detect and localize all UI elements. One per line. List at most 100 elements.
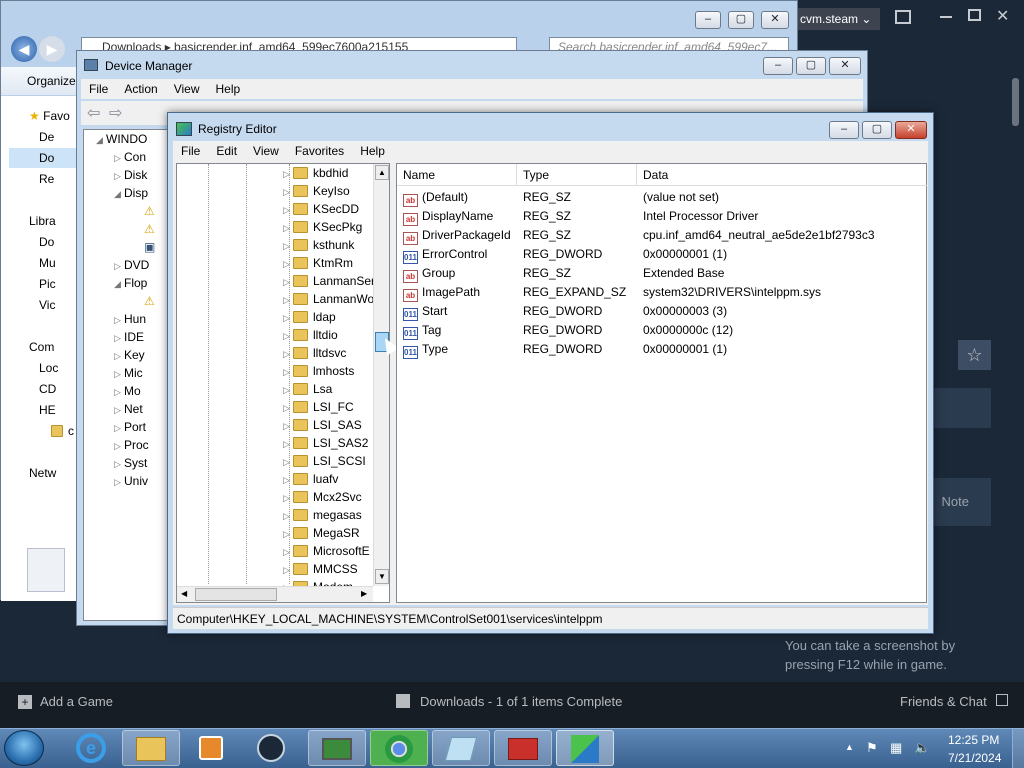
tree-key[interactable]: ▷ LSI_SAS <box>283 416 375 434</box>
tree-vertical-scrollbar[interactable]: ▲ ▼ <box>373 164 389 586</box>
devmgr-item[interactable]: ▷ Proc <box>84 436 176 454</box>
close-icon[interactable]: ✕ <box>996 6 1009 26</box>
regedit-menu-view[interactable]: View <box>245 144 287 158</box>
explorer-taskbar-icon[interactable] <box>122 730 180 766</box>
taskbar-date[interactable]: 7/21/2024 <box>948 751 1001 765</box>
devmgr-menu-view[interactable]: View <box>166 82 208 96</box>
organize-button[interactable]: Organize <box>27 74 76 88</box>
volume-icon[interactable]: 🔈 <box>914 740 930 756</box>
tree-horizontal-scrollbar[interactable]: ◀ ▶ <box>177 586 373 602</box>
registry-value-row[interactable]: ab Group REG_SZ Extended Base <box>397 264 927 283</box>
nav-network[interactable]: Netw <box>29 466 56 480</box>
steam-scrollbar[interactable] <box>1012 78 1019 126</box>
registry-value-row[interactable]: 011 Tag REG_DWORD 0x0000000c (12) <box>397 321 927 340</box>
back-arrow-icon[interactable]: ⇦ <box>87 103 100 123</box>
devmgr-warning-item[interactable]: ⚠ <box>84 202 176 220</box>
nav-cd-drive[interactable]: CD <box>39 382 56 396</box>
ie-icon[interactable]: e <box>62 730 120 766</box>
tree-key[interactable]: ▷ luafv <box>283 470 375 488</box>
scroll-right-icon[interactable]: ▶ <box>361 589 367 598</box>
tree-key[interactable]: ▷ Mcx2Svc <box>283 488 375 506</box>
regedit-close[interactable]: ✕ <box>895 121 927 139</box>
registry-value-row[interactable]: ab ImagePath REG_EXPAND_SZ system32\DRIVERS… <box>397 283 927 302</box>
tree-key[interactable]: ▷ lmhosts <box>283 362 375 380</box>
tree-key[interactable]: ▷ LanmanSer <box>283 272 375 290</box>
regedit-menu-favorites[interactable]: Favorites <box>287 144 352 158</box>
registry-value-row[interactable]: ab DriverPackageId REG_SZ cpu.inf_amd64_neu… <box>397 226 927 245</box>
tree-key[interactable]: ▷ KeyIso <box>283 182 375 200</box>
devmgr-menu-help[interactable]: Help <box>208 82 249 96</box>
tree-key[interactable]: ▷ lltdsvc <box>283 344 375 362</box>
downloads-status[interactable]: Downloads - 1 of 1 items Complete <box>396 694 622 709</box>
devmgr-item[interactable]: ▷ Mo <box>84 382 176 400</box>
devmgr-maximize[interactable]: ▢ <box>796 57 826 75</box>
tree-key[interactable]: ▷ LSI_SCSI <box>283 452 375 470</box>
chrome-taskbar-icon[interactable] <box>370 730 428 766</box>
toolbox-taskbar-icon[interactable] <box>494 730 552 766</box>
devmgr-item[interactable]: ▷ Port <box>84 418 176 436</box>
tree-key[interactable]: ▷ kbdhid <box>283 164 375 182</box>
devmgr-warning-item[interactable]: ⚠ <box>84 220 176 238</box>
registry-value-row[interactable]: 011 Start REG_DWORD 0x00000003 (3) <box>397 302 927 321</box>
nav-favorites[interactable]: ★ Favo <box>29 109 70 123</box>
column-data-header[interactable]: Data <box>637 164 927 186</box>
devmgr-item[interactable]: ◢ Flop <box>84 274 176 292</box>
scroll-left-icon[interactable]: ◀ <box>181 589 187 598</box>
nav-downloads[interactable]: Do <box>9 148 79 168</box>
regedit-menu-edit[interactable]: Edit <box>208 144 245 158</box>
network-icon[interactable]: ▦ <box>890 740 902 756</box>
tree-key[interactable]: ▷ ksthunk <box>283 236 375 254</box>
notepad-taskbar-icon[interactable] <box>432 730 490 766</box>
explorer-maximize[interactable]: ▢ <box>728 11 754 29</box>
tree-key[interactable]: ▷ KtmRm <box>283 254 375 272</box>
tree-key[interactable]: ▷ LSI_FC <box>283 398 375 416</box>
devmgr-item[interactable]: ▷ Key <box>84 346 176 364</box>
tree-key[interactable]: ▷ MMCSS <box>283 560 375 578</box>
nav-computer[interactable]: Com <box>29 340 54 354</box>
maximize-icon[interactable] <box>968 9 981 21</box>
nav-videos[interactable]: Vic <box>39 298 55 312</box>
devmgr-item[interactable]: ▷ Univ <box>84 472 176 490</box>
devmgr-close[interactable]: ✕ <box>829 57 861 75</box>
tree-key[interactable]: ▷ MegaSR <box>283 524 375 542</box>
tree-key[interactable]: ▷ KSecDD <box>283 200 375 218</box>
h-scroll-thumb[interactable] <box>195 588 277 601</box>
devmgr-root[interactable]: ◢ WINDO <box>84 130 176 148</box>
regedit-taskbar-icon[interactable] <box>556 730 614 766</box>
tree-key[interactable]: ▷ LSI_SAS2 <box>283 434 375 452</box>
steam-account-menu[interactable]: cvm.steam ⌄ <box>796 8 880 30</box>
devmgr-item[interactable]: ▷ Disk <box>84 166 176 184</box>
devmgr-menu-action[interactable]: Action <box>116 82 165 96</box>
explorer-minimize[interactable]: – <box>695 11 721 29</box>
show-hidden-icons[interactable]: ▲ <box>845 742 854 752</box>
note-button[interactable]: Note <box>925 478 991 526</box>
forward-arrow-icon[interactable]: ⇨ <box>109 103 122 123</box>
taskbar-time[interactable]: 12:25 PM <box>948 733 999 747</box>
regedit-menu-help[interactable]: Help <box>352 144 393 158</box>
tree-key[interactable]: ▷ lltdio <box>283 326 375 344</box>
monitor-icon[interactable] <box>895 10 911 24</box>
regedit-menu-file[interactable]: File <box>173 144 208 158</box>
tree-key[interactable]: ▷ LanmanWo <box>283 290 375 308</box>
column-type-header[interactable]: Type <box>517 164 637 186</box>
devmgr-item[interactable]: ▷ Mic <box>84 364 176 382</box>
forward-button[interactable]: ▶ <box>39 36 65 62</box>
devmgr-item[interactable]: ◢ Disp <box>84 184 176 202</box>
registry-value-row[interactable]: ab DisplayName REG_SZ Intel Processor Drive… <box>397 207 927 226</box>
friends-chat-button[interactable]: Friends & Chat <box>900 694 1009 709</box>
registry-value-row[interactable]: 011 Type REG_DWORD 0x00000001 (1) <box>397 340 927 359</box>
nav-recent[interactable]: Re <box>39 172 54 186</box>
nav-desktop[interactable]: De <box>39 130 54 144</box>
devmgr-item[interactable]: ▷ Syst <box>84 454 176 472</box>
devmgr-item[interactable]: ▷ Hun <box>84 310 176 328</box>
regedit-maximize[interactable]: ▢ <box>862 121 892 139</box>
minimize-icon[interactable] <box>940 16 952 18</box>
devmgr-item[interactable]: ▷ DVD <box>84 256 176 274</box>
devmgr-item[interactable]: ▷ Net <box>84 400 176 418</box>
column-name-header[interactable]: Name <box>397 164 517 186</box>
tree-key[interactable]: ▷ MicrosoftE <box>283 542 375 560</box>
explorer-close[interactable]: ✕ <box>761 11 789 29</box>
back-button[interactable]: ◀ <box>11 36 37 62</box>
tree-key[interactable]: ▷ megasas <box>283 506 375 524</box>
devmgr-warning-item[interactable]: ⚠ <box>84 292 176 310</box>
